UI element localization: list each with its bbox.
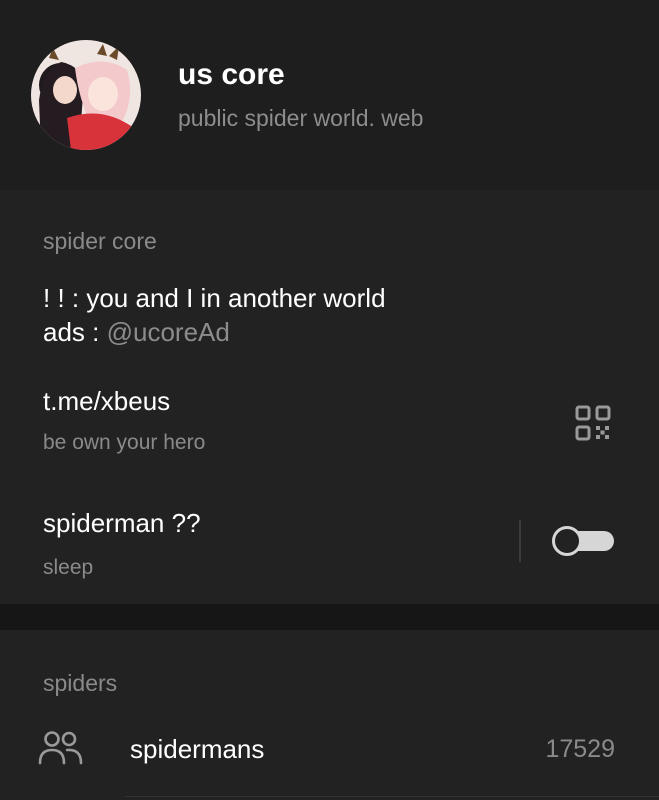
channel-title: us core: [178, 58, 285, 91]
channel-link-subtitle: be own your hero: [43, 431, 206, 454]
members-row[interactable]: spidermans 17529: [0, 720, 659, 797]
notifications-subtitle: sleep: [43, 556, 94, 579]
qr-code-icon[interactable]: [575, 405, 611, 441]
toggle-knob: [552, 526, 582, 556]
row-divider: [125, 796, 659, 797]
info-section: spider core ! ! : you and I in another w…: [0, 190, 659, 604]
section-gap: [0, 604, 659, 630]
toggle-divider: [519, 520, 521, 562]
avatar-illustration: [31, 40, 141, 150]
description-line-1: ! ! : you and I in another world: [43, 283, 386, 313]
channel-link[interactable]: t.me/xbeus: [43, 386, 170, 417]
channel-header: us core public spider world. web: [0, 0, 659, 190]
ads-handle-link[interactable]: @ucoreAd: [107, 317, 230, 347]
members-count: 17529: [545, 735, 615, 763]
members-label: spidermans: [130, 734, 265, 764]
notifications-title: spiderman ??: [43, 508, 201, 538]
notifications-toggle[interactable]: [552, 526, 614, 556]
members-section: spiders spidermans 17529: [0, 630, 659, 800]
channel-avatar[interactable]: [31, 40, 141, 150]
info-section-label: spider core: [43, 228, 157, 254]
people-icon: [38, 730, 84, 766]
channel-info-page: us core public spider world. web spider …: [0, 0, 659, 800]
channel-subtitle: public spider world. web: [178, 105, 424, 131]
description-line-2: ads : @ucoreAd: [43, 317, 230, 348]
members-section-label: spiders: [43, 670, 118, 696]
ads-prefix: ads :: [43, 317, 107, 347]
